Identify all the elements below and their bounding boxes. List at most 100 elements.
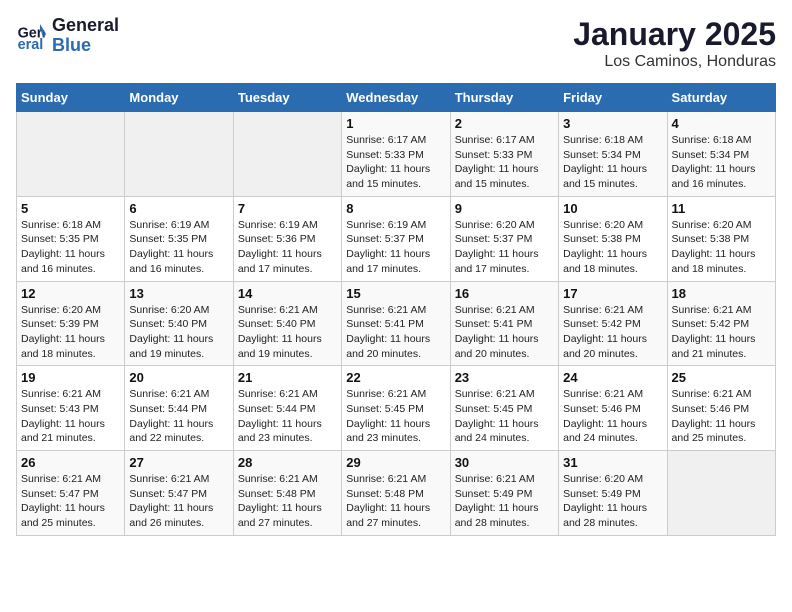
day-info: Sunrise: 6:17 AMSunset: 5:33 PMDaylight:… (346, 133, 445, 192)
calendar-cell: 23 Sunrise: 6:21 AMSunset: 5:45 PMDayligh… (450, 366, 558, 451)
day-info: Sunrise: 6:21 AMSunset: 5:42 PMDaylight:… (672, 303, 771, 362)
calendar-week-1: 1 Sunrise: 6:17 AMSunset: 5:33 PMDaylight… (17, 112, 776, 197)
calendar-cell: 2Sunrise: 6:17 AMSunset: 5:33 PMDaylight… (450, 112, 558, 197)
day-number: 31 (563, 455, 662, 470)
day-info: Sunrise: 6:21 AMSunset: 5:45 PMDaylight:… (346, 387, 445, 446)
calendar-cell: 29Sunrise: 6:21 AMSunset: 5:48 PMDayligh… (342, 451, 450, 536)
day-info: Sunrise: 6:21 AMSunset: 5:46 PMDaylight:… (563, 387, 662, 446)
calendar-week-5: 26 Sunrise: 6:21 AMSunset: 5:47 PMDayligh… (17, 451, 776, 536)
calendar-cell: 26 Sunrise: 6:21 AMSunset: 5:47 PMDayligh… (17, 451, 125, 536)
calendar-week-2: 5Sunrise: 6:18 AMSunset: 5:35 PMDaylight… (17, 196, 776, 281)
day-info: Sunrise: 6:21 AMSunset: 5:49 PMDaylight:… (455, 472, 554, 531)
day-number: 28 (238, 455, 337, 470)
day-info: Sunrise: 6:20 AMSunset: 5:40 PMDaylight:… (129, 303, 228, 362)
day-number: 4 (672, 116, 771, 131)
header: Gen eral General Blue January 2025 Los C… (16, 16, 776, 71)
day-info: Sunrise: 6:21 AMSunset: 5:47 PMDaylight:… (21, 472, 120, 531)
calendar-cell: 8 Sunrise: 6:19 AMSunset: 5:37 PMDaylight… (342, 196, 450, 281)
day-number: 26 (21, 455, 120, 470)
weekday-header-sunday: Sunday (17, 84, 125, 112)
calendar-cell: 24 Sunrise: 6:21 AMSunset: 5:46 PMDayligh… (559, 366, 667, 451)
day-number: 12 (21, 286, 120, 301)
calendar-title: January 2025 (573, 16, 776, 53)
weekday-header-saturday: Saturday (667, 84, 775, 112)
calendar-cell: 12 Sunrise: 6:20 AMSunset: 5:39 PMDayligh… (17, 281, 125, 366)
calendar-cell (233, 112, 341, 197)
day-number: 22 (346, 370, 445, 385)
day-info: Sunrise: 6:21 AMSunset: 5:44 PMDaylight:… (129, 387, 228, 446)
calendar-week-4: 19Sunrise: 6:21 AMSunset: 5:43 PMDayligh… (17, 366, 776, 451)
day-number: 11 (672, 201, 771, 216)
calendar-cell: 16Sunrise: 6:21 AMSunset: 5:41 PMDayligh… (450, 281, 558, 366)
day-number: 9 (455, 201, 554, 216)
day-number: 3 (563, 116, 662, 131)
svg-text:eral: eral (18, 37, 44, 52)
weekday-header-friday: Friday (559, 84, 667, 112)
calendar-cell: 22 Sunrise: 6:21 AMSunset: 5:45 PMDayligh… (342, 366, 450, 451)
day-number: 7 (238, 201, 337, 216)
logo: Gen eral General Blue (16, 16, 119, 56)
calendar-subtitle: Los Caminos, Honduras (573, 53, 776, 71)
day-number: 30 (455, 455, 554, 470)
calendar-cell: 5Sunrise: 6:18 AMSunset: 5:35 PMDaylight… (17, 196, 125, 281)
calendar-cell: 15 Sunrise: 6:21 AMSunset: 5:41 PMDayligh… (342, 281, 450, 366)
calendar-cell: 28 Sunrise: 6:21 AMSunset: 5:48 PMDayligh… (233, 451, 341, 536)
weekday-header-tuesday: Tuesday (233, 84, 341, 112)
day-number: 27 (129, 455, 228, 470)
day-info: Sunrise: 6:21 AMSunset: 5:45 PMDaylight:… (455, 387, 554, 446)
calendar-cell (125, 112, 233, 197)
day-info: Sunrise: 6:21 AMSunset: 5:46 PMDaylight:… (672, 387, 771, 446)
day-number: 21 (238, 370, 337, 385)
weekday-header-wednesday: Wednesday (342, 84, 450, 112)
day-info: Sunrise: 6:20 AMSunset: 5:38 PMDaylight:… (563, 218, 662, 277)
calendar-cell: 25 Sunrise: 6:21 AMSunset: 5:46 PMDayligh… (667, 366, 775, 451)
day-number: 6 (129, 201, 228, 216)
calendar-week-3: 12 Sunrise: 6:20 AMSunset: 5:39 PMDayligh… (17, 281, 776, 366)
day-number: 14 (238, 286, 337, 301)
calendar-cell: 30 Sunrise: 6:21 AMSunset: 5:49 PMDayligh… (450, 451, 558, 536)
day-number: 13 (129, 286, 228, 301)
calendar-cell (17, 112, 125, 197)
logo-blue: Blue (52, 36, 119, 56)
day-number: 15 (346, 286, 445, 301)
day-info: Sunrise: 6:21 AMSunset: 5:42 PMDaylight:… (563, 303, 662, 362)
day-number: 1 (346, 116, 445, 131)
day-info: Sunrise: 6:21 AMSunset: 5:43 PMDaylight:… (21, 387, 120, 446)
calendar-cell: 27Sunrise: 6:21 AMSunset: 5:47 PMDayligh… (125, 451, 233, 536)
day-info: Sunrise: 6:20 AMSunset: 5:38 PMDaylight:… (672, 218, 771, 277)
calendar-cell: 4Sunrise: 6:18 AMSunset: 5:34 PMDaylight… (667, 112, 775, 197)
day-info: Sunrise: 6:21 AMSunset: 5:41 PMDaylight:… (346, 303, 445, 362)
weekday-header-monday: Monday (125, 84, 233, 112)
day-info: Sunrise: 6:20 AMSunset: 5:39 PMDaylight:… (21, 303, 120, 362)
day-number: 10 (563, 201, 662, 216)
day-info: Sunrise: 6:17 AMSunset: 5:33 PMDaylight:… (455, 133, 554, 192)
day-number: 23 (455, 370, 554, 385)
calendar-cell: 3 Sunrise: 6:18 AMSunset: 5:34 PMDaylight… (559, 112, 667, 197)
day-number: 24 (563, 370, 662, 385)
calendar-cell: 20 Sunrise: 6:21 AMSunset: 5:44 PMDayligh… (125, 366, 233, 451)
weekday-header-thursday: Thursday (450, 84, 558, 112)
day-info: Sunrise: 6:18 AMSunset: 5:34 PMDaylight:… (563, 133, 662, 192)
day-info: Sunrise: 6:19 AMSunset: 5:37 PMDaylight:… (346, 218, 445, 277)
calendar-cell: 11 Sunrise: 6:20 AMSunset: 5:38 PMDayligh… (667, 196, 775, 281)
calendar-cell: 17 Sunrise: 6:21 AMSunset: 5:42 PMDayligh… (559, 281, 667, 366)
calendar-table: SundayMondayTuesdayWednesdayThursdayFrid… (16, 83, 776, 536)
logo-icon: Gen eral (16, 20, 48, 52)
day-info: Sunrise: 6:19 AMSunset: 5:35 PMDaylight:… (129, 218, 228, 277)
day-info: Sunrise: 6:19 AMSunset: 5:36 PMDaylight:… (238, 218, 337, 277)
calendar-cell: 10 Sunrise: 6:20 AMSunset: 5:38 PMDayligh… (559, 196, 667, 281)
calendar-cell: 7 Sunrise: 6:19 AMSunset: 5:36 PMDaylight… (233, 196, 341, 281)
day-number: 8 (346, 201, 445, 216)
title-area: January 2025 Los Caminos, Honduras (573, 16, 776, 71)
calendar-cell: 18Sunrise: 6:21 AMSunset: 5:42 PMDayligh… (667, 281, 775, 366)
day-info: Sunrise: 6:21 AMSunset: 5:48 PMDaylight:… (238, 472, 337, 531)
day-number: 25 (672, 370, 771, 385)
calendar-cell: 19Sunrise: 6:21 AMSunset: 5:43 PMDayligh… (17, 366, 125, 451)
day-number: 17 (563, 286, 662, 301)
day-info: Sunrise: 6:21 AMSunset: 5:41 PMDaylight:… (455, 303, 554, 362)
calendar-cell (667, 451, 775, 536)
calendar-cell: 21Sunrise: 6:21 AMSunset: 5:44 PMDayligh… (233, 366, 341, 451)
calendar-cell: 9Sunrise: 6:20 AMSunset: 5:37 PMDaylight… (450, 196, 558, 281)
day-info: Sunrise: 6:20 AMSunset: 5:49 PMDaylight:… (563, 472, 662, 531)
day-number: 20 (129, 370, 228, 385)
